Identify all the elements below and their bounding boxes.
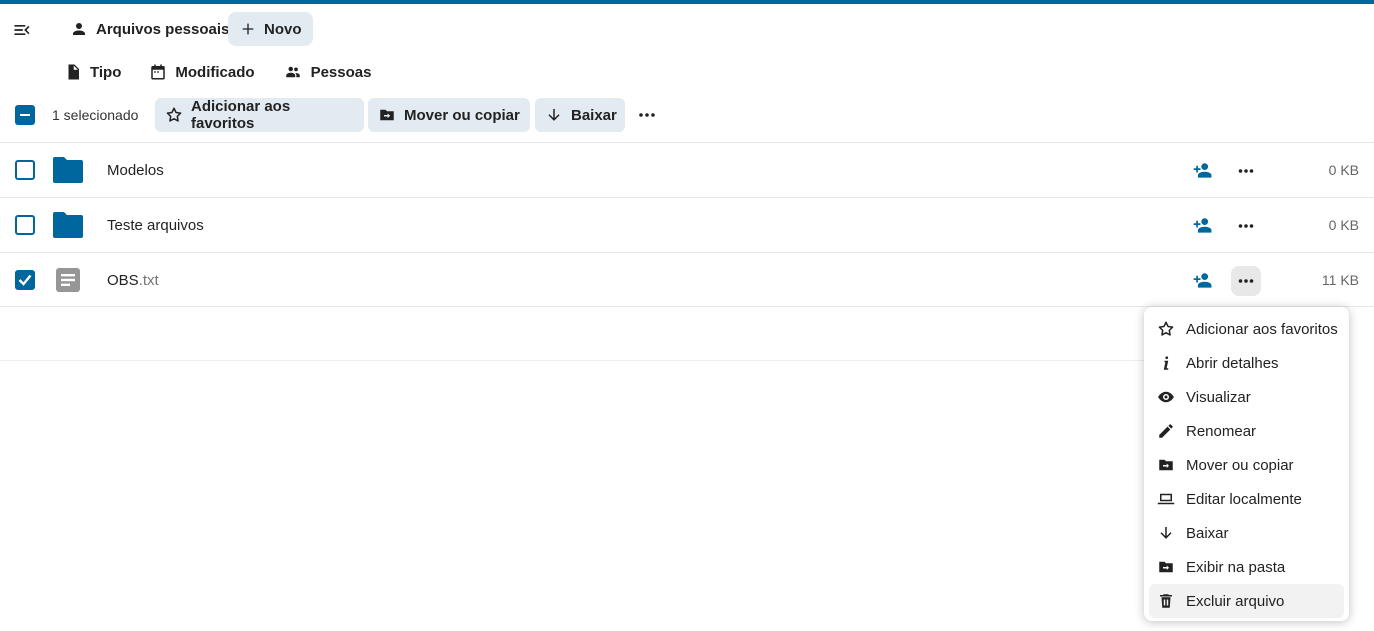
file-name[interactable]: Teste arquivos	[107, 217, 204, 234]
list-footer-divider	[0, 360, 1144, 361]
add-favorite-button[interactable]: Adicionar aos favoritos	[155, 98, 364, 132]
new-button[interactable]: Novo	[228, 12, 313, 46]
share-add-user-icon[interactable]	[1190, 213, 1216, 237]
trash-icon	[1156, 591, 1176, 611]
file-size: 11 KB	[1321, 272, 1359, 288]
table-row[interactable]: Teste arquivos 0 KB	[0, 197, 1374, 252]
menu-item-label: Exibir na pasta	[1186, 558, 1286, 576]
new-button-label: Novo	[264, 20, 302, 38]
filter-people[interactable]: Pessoas	[275, 55, 380, 89]
row-actions-icon[interactable]	[1231, 156, 1261, 186]
menu-item-label: Editar localmente	[1186, 490, 1302, 508]
menu-item-edit-locally[interactable]: Editar localmente	[1149, 482, 1344, 516]
breadcrumb[interactable]: Arquivos pessoais	[62, 12, 237, 46]
table-row[interactable]: Modelos 0 KB	[0, 142, 1374, 197]
move-copy-label: Mover ou copiar	[404, 106, 520, 124]
plus-icon	[240, 21, 256, 37]
menu-item-delete-file[interactable]: Excluir arquivo	[1149, 584, 1344, 618]
menu-item-open-details[interactable]: Abrir detalhes	[1149, 346, 1344, 380]
selection-toolbar: 1 selecionado Adicionar aos favoritos Mo…	[0, 98, 1374, 132]
folder-move-icon	[1156, 455, 1176, 475]
filter-bar: Tipo Modificado Pessoas	[56, 55, 391, 89]
menu-item-view[interactable]: Visualizar	[1149, 380, 1344, 414]
filter-modified[interactable]: Modificado	[141, 55, 262, 89]
star-outline-icon	[1156, 319, 1176, 339]
table-row[interactable]: OBS.txt 11 KB	[0, 252, 1374, 307]
row-actions-icon[interactable]	[1231, 211, 1261, 241]
menu-item-label: Abrir detalhes	[1186, 354, 1279, 372]
share-add-user-icon[interactable]	[1190, 158, 1216, 182]
file-size: 0 KB	[1328, 217, 1359, 233]
menu-item-label: Renomear	[1186, 422, 1257, 440]
menu-item-label: Mover ou copiar	[1186, 456, 1294, 474]
folder-move-icon	[378, 106, 396, 124]
move-copy-button[interactable]: Mover ou copiar	[368, 98, 530, 132]
info-icon	[1156, 353, 1176, 373]
star-outline-icon	[165, 106, 183, 124]
row-actions-icon[interactable]	[1231, 266, 1261, 296]
share-add-user-icon[interactable]	[1190, 268, 1216, 292]
filter-modified-label: Modificado	[175, 63, 255, 81]
arrow-down-icon	[545, 106, 563, 124]
top-accent-bar	[0, 0, 1374, 4]
row-checkbox[interactable]	[15, 160, 35, 180]
laptop-icon	[1156, 489, 1176, 509]
menu-item-label: Baixar	[1186, 524, 1229, 542]
menu-item-add-favorite[interactable]: Adicionar aos favoritos	[1149, 312, 1344, 346]
menu-item-label: Adicionar aos favoritos	[1186, 320, 1338, 338]
eye-icon	[1156, 387, 1176, 407]
folder-icon	[50, 153, 86, 187]
selected-count: 1 selecionado	[52, 107, 139, 123]
row-checkbox[interactable]	[15, 215, 35, 235]
folder-move-icon	[1156, 557, 1176, 577]
filter-people-label: Pessoas	[310, 63, 372, 81]
menu-item-download[interactable]: Baixar	[1149, 516, 1344, 550]
filter-type-label: Tipo	[90, 63, 122, 81]
more-actions-icon[interactable]	[634, 103, 660, 127]
filter-type[interactable]: Tipo	[56, 55, 129, 89]
file-name[interactable]: Modelos	[107, 162, 164, 179]
file-actions-menu: Adicionar aos favoritos Abrir detalhes V…	[1144, 307, 1349, 621]
menu-collapse-icon[interactable]	[10, 18, 34, 42]
download-label: Baixar	[571, 106, 617, 124]
menu-item-rename[interactable]: Renomear	[1149, 414, 1344, 448]
menu-item-label: Excluir arquivo	[1186, 592, 1285, 610]
menu-item-show-in-folder[interactable]: Exibir na pasta	[1149, 550, 1344, 584]
folder-icon	[50, 208, 86, 242]
file-size: 0 KB	[1328, 162, 1359, 178]
user-icon	[70, 20, 88, 38]
row-checkbox[interactable]	[15, 270, 35, 290]
breadcrumb-label: Arquivos pessoais	[96, 20, 230, 38]
add-favorite-label: Adicionar aos favoritos	[191, 98, 291, 132]
menu-item-move-copy[interactable]: Mover ou copiar	[1149, 448, 1344, 482]
select-all-checkbox[interactable]	[15, 105, 35, 125]
calendar-icon	[149, 63, 167, 81]
file-icon	[64, 63, 82, 81]
people-icon	[283, 63, 303, 81]
text-file-icon	[50, 263, 86, 297]
download-button[interactable]: Baixar	[535, 98, 625, 132]
pencil-icon	[1156, 421, 1176, 441]
menu-item-label: Visualizar	[1186, 388, 1251, 406]
arrow-down-icon	[1156, 523, 1176, 543]
file-list: Modelos 0 KB Teste arquivos 0 KB OBS.txt	[0, 142, 1374, 307]
file-name[interactable]: OBS.txt	[107, 272, 159, 289]
